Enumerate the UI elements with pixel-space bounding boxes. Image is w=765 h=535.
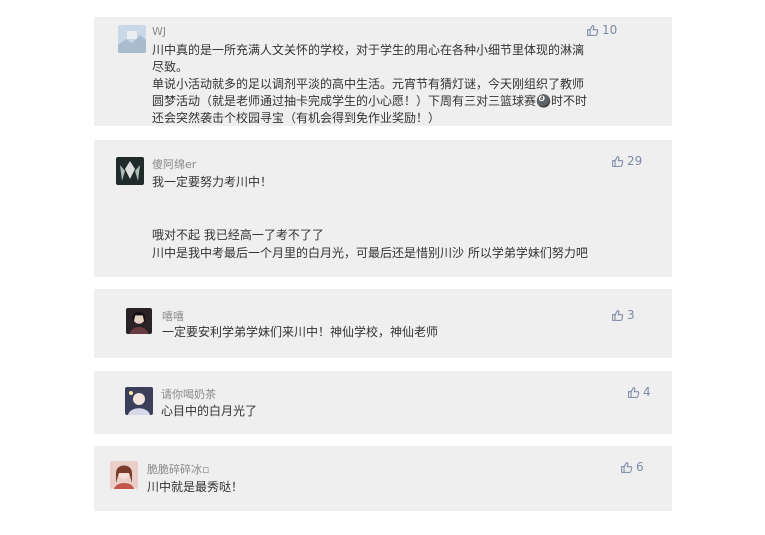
avatar[interactable] (118, 25, 146, 53)
comment-text-line: 尽致。 (152, 60, 189, 74)
comment-text-line: 我一定要努力考川中！ (152, 175, 273, 189)
username[interactable]: WJ (152, 25, 166, 38)
like-count: 3 (627, 308, 635, 322)
comment-card: 脆脆碎碎冰▫ 6 川中就是最秀哒！ (94, 446, 672, 511)
avatar[interactable] (126, 308, 152, 334)
comment-text-line: 单说小活动就多的足以调剂平淡的高中生活。元宵节有猜灯谜，今天刚组织了教师 (152, 77, 585, 91)
thumbs-up-icon (620, 461, 633, 474)
thumbs-up-icon (586, 24, 599, 37)
thumbs-up-icon (627, 386, 640, 399)
thumbs-up-icon (611, 309, 624, 322)
thumbs-up-icon (611, 155, 624, 168)
like-count: 29 (627, 154, 643, 168)
avatar[interactable] (110, 461, 138, 489)
username[interactable]: 傻阿绵er (152, 156, 196, 172)
like-button[interactable]: 4 (627, 385, 651, 399)
comment-text-line: 一定要安利学弟学妹们来川中！神仙学校，神仙老师 (162, 325, 439, 339)
comment-text-line: 川中就是最秀哒！ (147, 480, 244, 494)
comment-text-line: 哦对不起 我已经高一了考不了了 (152, 228, 324, 242)
like-count: 10 (602, 23, 618, 37)
comment-card: 嘻嘻 3 一定要安利学弟学妹们来川中！神仙学校，神仙老师 (94, 289, 672, 358)
like-button[interactable]: 10 (586, 23, 617, 37)
like-count: 4 (643, 385, 651, 399)
comment-text-line: 心目中的白月光了 (161, 404, 258, 418)
like-count: 6 (636, 460, 644, 474)
like-button[interactable]: 3 (611, 308, 635, 322)
username[interactable]: 请你喝奶茶 (161, 386, 216, 402)
comment-text-line: 川中是我中考最后一个月里的白月光，可最后还是惜别川沙 所以学弟学妹们努力吧 (152, 246, 588, 260)
comment-text-line: 圆梦活动（就是老师通过抽卡完成学生的小心愿！）下周有三对三篮球赛🎱时不时 (152, 94, 587, 108)
comment-card: 傻阿绵er 29 我一定要努力考川中！ 哦对不起 我已经高一了考不了了 川中是我… (94, 140, 672, 277)
username[interactable]: 嘻嘻 (162, 308, 184, 324)
avatar[interactable] (125, 387, 153, 415)
comment-card: 请你喝奶茶 4 心目中的白月光了 (94, 371, 672, 434)
avatar[interactable] (116, 157, 144, 185)
comment-text-line: 川中真的是一所充满人文关怀的学校，对于学生的用心在各种小细节里体现的淋漓 (152, 43, 585, 57)
like-button[interactable]: 6 (620, 460, 644, 474)
comment-card: WJ 10 川中真的是一所充满人文关怀的学校，对于学生的用心在各种小细节里体现的… (94, 17, 672, 126)
comment-text-line: 还会突然袭击个校园寻宝（有机会得到免作业奖励！） (152, 111, 441, 125)
username[interactable]: 脆脆碎碎冰▫ (147, 461, 209, 477)
like-button[interactable]: 29 (611, 154, 642, 168)
